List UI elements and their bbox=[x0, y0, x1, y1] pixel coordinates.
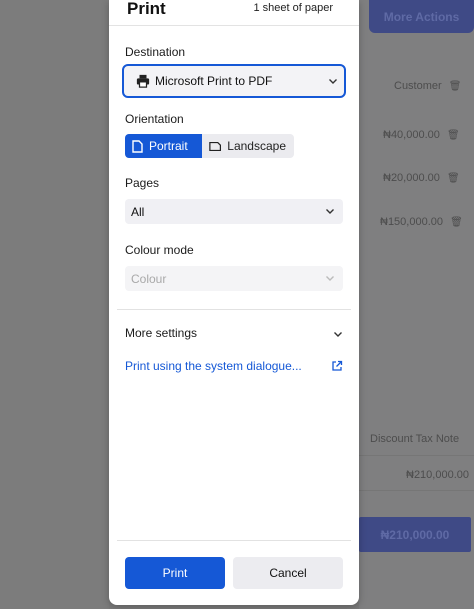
dimmed-backdrop-left bbox=[0, 0, 109, 609]
destination-value: Microsoft Print to PDF bbox=[155, 74, 273, 88]
row-amount: ₦20,000.00 🗑 bbox=[383, 172, 460, 184]
divider bbox=[117, 540, 351, 541]
chevron-down-icon bbox=[334, 332, 342, 337]
colour-mode-label: Colour mode bbox=[125, 243, 194, 257]
trash-icon: 🗑 bbox=[450, 217, 463, 228]
orientation-toggle: Portrait Landscape bbox=[125, 134, 294, 158]
divider bbox=[117, 309, 351, 310]
landscape-label: Landscape bbox=[227, 139, 286, 153]
summary-headers: Discount Tax Note bbox=[370, 433, 460, 445]
more-actions-button: More Actions bbox=[369, 0, 474, 33]
system-dialog-link[interactable]: Print using the system dialogue... bbox=[125, 359, 343, 375]
portrait-option[interactable]: Portrait bbox=[125, 134, 202, 158]
dialog-title: Print bbox=[127, 0, 166, 18]
pages-select[interactable]: All bbox=[125, 199, 343, 224]
chevron-down-icon bbox=[326, 209, 334, 214]
print-button[interactable]: Print bbox=[125, 557, 225, 589]
trash-icon: 🗑 bbox=[446, 173, 460, 184]
colour-mode-select[interactable]: Colour bbox=[125, 266, 343, 291]
more-settings-label: More settings bbox=[125, 326, 198, 340]
destination-label: Destination bbox=[125, 45, 186, 59]
more-settings-toggle[interactable]: More settings bbox=[125, 326, 343, 344]
row-amount: ₦40,000.00 🗑 bbox=[383, 129, 460, 141]
landscape-option[interactable]: Landscape bbox=[202, 134, 294, 158]
printer-icon bbox=[136, 74, 150, 88]
row-amount: ₦150,000.00 🗑 bbox=[380, 216, 463, 228]
customer-header: Customer 🗑 bbox=[394, 80, 462, 92]
subtotal-amount: ₦210,000.00 bbox=[406, 469, 469, 481]
chevron-down-icon bbox=[326, 276, 334, 281]
portrait-label: Portrait bbox=[149, 139, 188, 153]
total-amount: ₦210,000.00 bbox=[359, 517, 471, 552]
sheet-count: 1 sheet of paper bbox=[253, 2, 333, 14]
dialog-header: Print 1 sheet of paper bbox=[109, 0, 359, 26]
orientation-label: Orientation bbox=[125, 112, 184, 126]
trash-icon: 🗑 bbox=[446, 130, 460, 141]
destination-select[interactable]: Microsoft Print to PDF bbox=[122, 64, 346, 98]
portrait-page-icon bbox=[132, 139, 143, 153]
colour-mode-value: Colour bbox=[131, 271, 167, 286]
divider bbox=[359, 455, 474, 456]
pages-value: All bbox=[131, 204, 145, 219]
divider bbox=[359, 490, 474, 491]
pages-label: Pages bbox=[125, 176, 160, 190]
system-dialog-label: Print using the system dialogue... bbox=[125, 359, 302, 373]
cancel-button[interactable]: Cancel bbox=[233, 557, 343, 589]
print-dialog: Print 1 sheet of paper Destination Micro… bbox=[109, 0, 359, 605]
external-link-icon bbox=[332, 360, 343, 371]
chevron-down-icon bbox=[329, 79, 337, 84]
trash-icon: 🗑 bbox=[448, 81, 462, 92]
landscape-page-icon bbox=[209, 141, 222, 151]
